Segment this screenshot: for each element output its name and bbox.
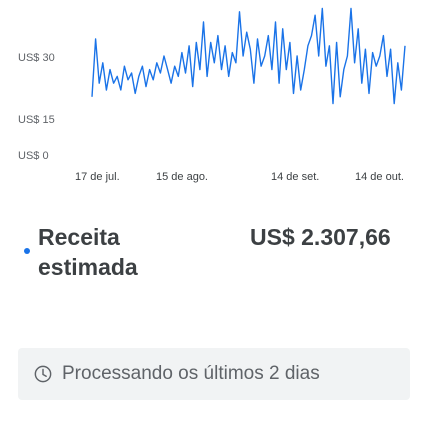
x-tick-label: 14 de set. (271, 171, 320, 183)
revenue-chart: US$ 30 US$ 15 US$ 0 17 de jul. 15 de ago… (0, 0, 430, 200)
y-tick-label: US$ 0 (18, 150, 49, 162)
revenue-series-line (91, 7, 406, 105)
clock-icon (34, 365, 52, 383)
y-tick-label: US$ 15 (18, 114, 55, 126)
processing-notice: Processando os últimos 2 dias (18, 348, 410, 400)
metric-label: Receita estimada (38, 224, 138, 280)
metric-value: US$ 2.307,66 (250, 224, 391, 250)
series-dot (24, 248, 30, 254)
chart-svg (91, 7, 406, 105)
x-tick-label: 17 de jul. (75, 171, 120, 183)
notice-text: Processando os últimos 2 dias (62, 363, 320, 384)
x-tick-label: 14 de out. (355, 171, 404, 183)
y-tick-label: US$ 30 (18, 52, 55, 64)
x-tick-label: 15 de ago. (156, 171, 208, 183)
